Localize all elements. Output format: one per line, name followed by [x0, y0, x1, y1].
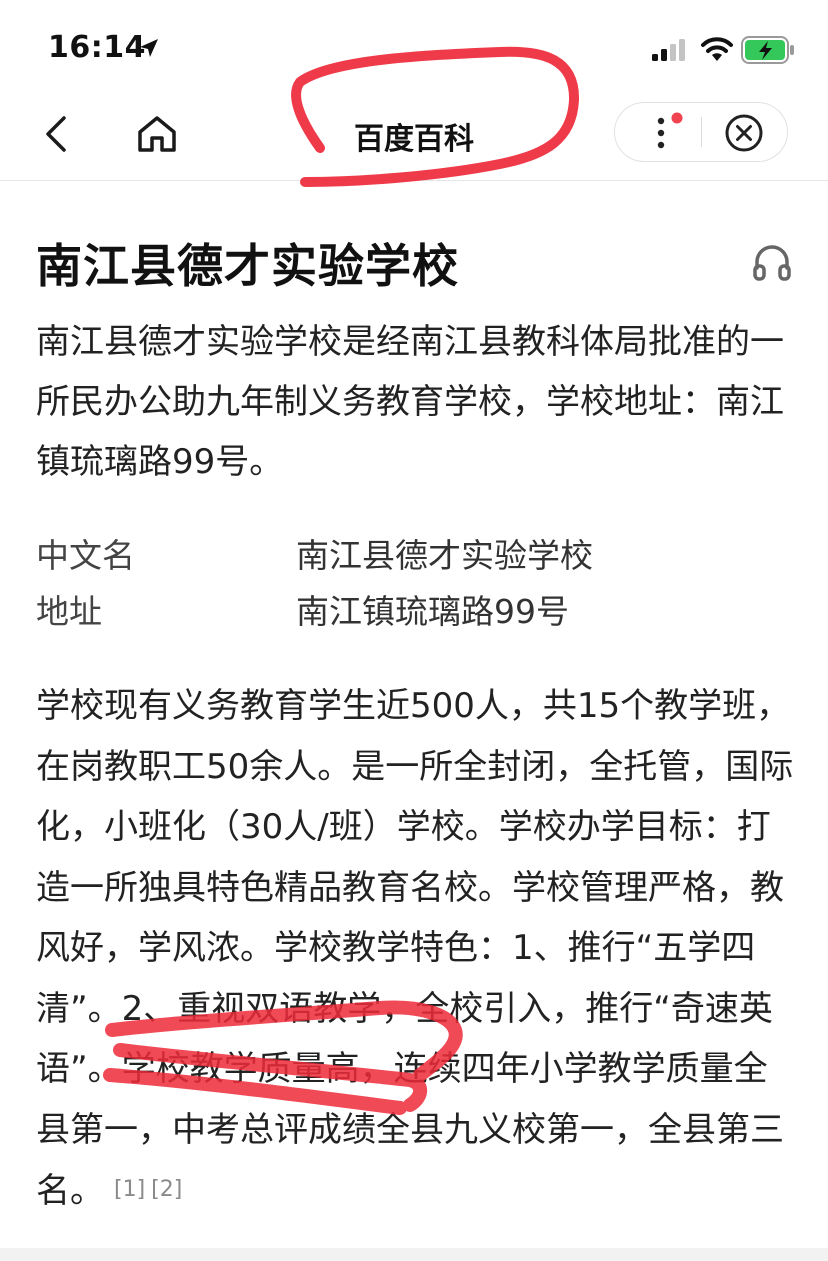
info-label: 中文名	[36, 536, 135, 575]
home-icon[interactable]	[134, 112, 180, 156]
status-time: 16:14	[48, 30, 146, 65]
article-body-text: 学校现有义务教育学生近500人，共15个教学班，在岗教职工50余人。是一所全封闭…	[36, 686, 794, 1211]
battery-charging-icon	[741, 36, 794, 64]
cellular-signal-icon	[652, 39, 685, 61]
capsule-divider	[701, 117, 702, 147]
close-circle-icon[interactable]	[723, 112, 765, 154]
location-arrow-icon	[140, 39, 158, 57]
reference-link[interactable]: [1]	[114, 1177, 145, 1202]
info-row: 地址 南江镇琉璃路99号	[36, 584, 796, 640]
info-value: 南江镇琉璃路99号	[296, 592, 569, 631]
article-body: 学校现有义务教育学生近500人，共15个教学班，在岗教职工50余人。是一所全封闭…	[36, 676, 796, 1222]
nav-title: 百度百科	[354, 122, 474, 157]
info-value: 南江县德才实验学校	[296, 536, 593, 575]
article-summary: 南江县德才实验学校是经南江县教科体局批准的一所民办公助九年制义务教育学校，学校地…	[36, 322, 784, 482]
info-row: 中文名 南江县德才实验学校	[36, 528, 796, 584]
reference-link[interactable]: [2]	[151, 1177, 182, 1202]
chevron-left-icon[interactable]	[36, 112, 76, 156]
mini-program-capsule	[614, 102, 788, 162]
info-box: 中文名 南江县德才实验学校 地址 南江镇琉璃路99号	[36, 528, 796, 640]
bottom-bar	[0, 1248, 828, 1261]
headphones-icon[interactable]	[752, 242, 792, 282]
info-label: 地址	[36, 592, 102, 631]
wifi-icon	[701, 37, 733, 61]
status-bar: 16:14	[0, 0, 828, 96]
nav-bar: 百度百科	[0, 96, 828, 181]
article-title: 南江县德才实验学校	[36, 239, 459, 293]
more-vertical-icon[interactable]	[647, 111, 687, 155]
